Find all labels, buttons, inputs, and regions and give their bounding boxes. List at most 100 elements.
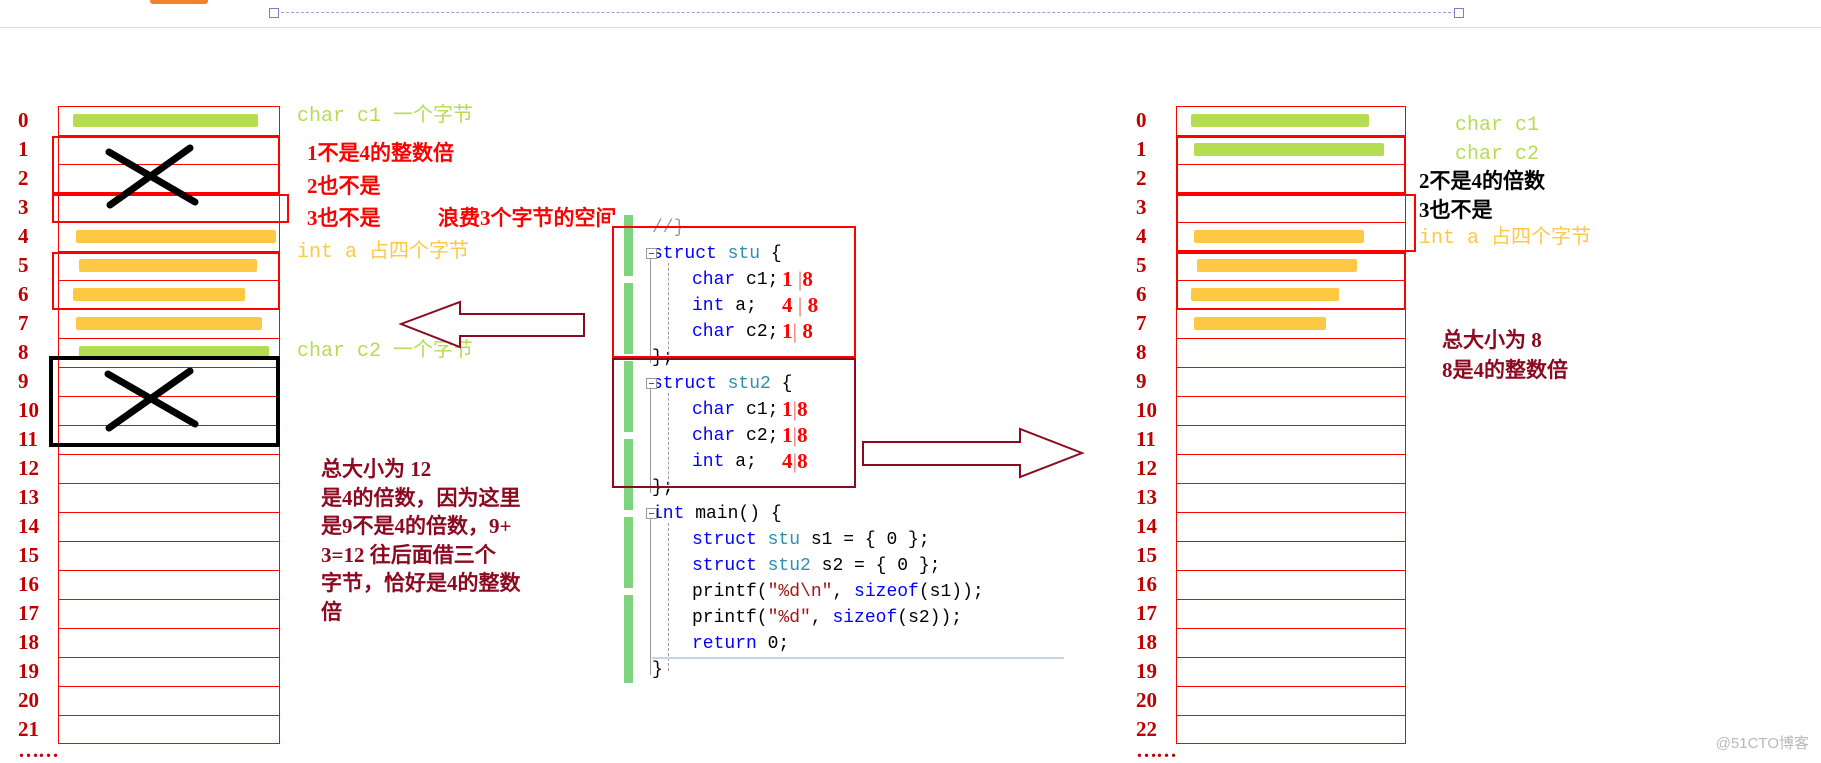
code-token: c1; [735, 270, 779, 290]
memory-cell [58, 338, 280, 367]
memory-cell [58, 483, 280, 512]
code-line[interactable]: printf("%d\n", sizeof(s1)); [610, 579, 1170, 605]
code-line[interactable]: int a; [610, 449, 1170, 475]
memory-cell [1176, 338, 1406, 367]
code-line[interactable]: char c1; [610, 397, 1170, 423]
code-line[interactable]: printf("%d", sizeof(s2)); [610, 605, 1170, 631]
editor-gutter-gap [624, 588, 633, 595]
memory-row: 20 [1136, 686, 1406, 715]
code-token: }; [652, 478, 674, 498]
memory-row-index: 13 [18, 485, 39, 509]
memory-row: 14 [1136, 512, 1406, 541]
memory-row-index: 4 [1136, 224, 1147, 248]
right-note-multiple-of-4: 8是4的整数倍 [1442, 358, 1568, 382]
memory-row: 12 [18, 454, 280, 483]
memory-highlight-yellow [1191, 288, 1339, 301]
watermark: @51CTO博客 [1715, 735, 1809, 752]
code-token: return [692, 634, 757, 654]
code-line[interactable]: }; [610, 345, 1170, 371]
memory-row-index: 20 [18, 688, 39, 712]
code-token: a; [724, 296, 757, 316]
left-note-not-mult-2: 2也不是 [307, 174, 381, 198]
code-token: c1; [735, 400, 779, 420]
code-fold-toggle-icon[interactable] [646, 248, 657, 259]
ruler-handle-left[interactable] [269, 8, 279, 18]
code-line[interactable]: }; [610, 475, 1170, 501]
memory-row: 1 [1136, 135, 1406, 164]
memory-cell [1176, 309, 1406, 338]
code-indent-guide [668, 263, 669, 359]
memory-row-index: 9 [18, 369, 29, 393]
code-token: struct [652, 374, 728, 394]
memory-row-index: 2 [1136, 166, 1147, 190]
memory-cell [1176, 193, 1406, 222]
code-note-stu2: 1|8 [782, 397, 808, 421]
memory-row: 12 [1136, 454, 1406, 483]
memory-row: 5 [18, 251, 280, 280]
editor-change-gutter [624, 215, 633, 683]
code-token: (s2)); [897, 608, 963, 628]
code-line[interactable]: return 0; [610, 631, 1170, 657]
memory-row-index: 11 [18, 427, 38, 451]
memory-row: 10 [1136, 396, 1406, 425]
memory-row-index: 9 [1136, 369, 1147, 393]
code-line[interactable]: struct stu2 s2 = { 0 }; [610, 553, 1170, 579]
code-token: } [652, 660, 663, 680]
code-token: c2; [735, 322, 779, 342]
code-line[interactable]: char c2; [610, 319, 1170, 345]
memory-cell [1176, 570, 1406, 599]
code-fold-toggle-icon[interactable] [646, 378, 657, 389]
memory-cell [58, 715, 280, 744]
memory-row: 6 [18, 280, 280, 309]
memory-cell [58, 512, 280, 541]
memory-row: 16 [1136, 570, 1406, 599]
memory-row: 11 [1136, 425, 1406, 454]
memory-row: 3 [1136, 193, 1406, 222]
code-fold-toggle-icon[interactable] [646, 508, 657, 519]
code-line[interactable]: } [610, 657, 1170, 683]
code-token: sizeof [832, 608, 898, 628]
memory-row: 13 [18, 483, 280, 512]
memory-row: 10 [18, 396, 280, 425]
code-token: stu [727, 244, 761, 264]
code-indent-guide [668, 523, 669, 671]
memory-row-index: 12 [1136, 456, 1157, 480]
right-note-char-c2: char c2 [1455, 143, 1540, 166]
code-editor[interactable]: //} struct stu {char c1; int a; char c2;}; s… [610, 215, 1170, 683]
left-note-summary: 总大小为 12 是4的倍数，因为这里 是9不是4的倍数，9+ 3=12 往后面借… [321, 457, 521, 624]
memory-cell [1176, 686, 1406, 715]
memory-row: 3 [18, 193, 280, 222]
orange-tab-indicator [150, 0, 208, 4]
left-note-char-c2: char c2 一个字节 [297, 340, 474, 363]
code-fold-bracket [650, 519, 651, 675]
code-line[interactable]: char c2; [610, 423, 1170, 449]
code-token: printf( [692, 582, 768, 602]
memory-ellipsis: …… [1136, 738, 1177, 762]
memory-cell [1176, 483, 1406, 512]
code-line[interactable]: struct stu s1 = { 0 }; [610, 527, 1170, 553]
code-line[interactable]: struct stu { [610, 241, 1170, 267]
memory-row: 4 [18, 222, 280, 251]
editor-current-line-underline [652, 657, 1064, 659]
code-line[interactable]: int main() { [610, 501, 1170, 527]
memory-row: 18 [18, 628, 280, 657]
code-token: 0; [756, 634, 790, 654]
memory-row: 0 [18, 106, 280, 135]
ruler-handle-right[interactable] [1454, 8, 1464, 18]
code-line[interactable]: char c1; [610, 267, 1170, 293]
left-note-int-a: int a 占四个字节 [297, 241, 470, 264]
code-indent-guide [668, 393, 669, 489]
memory-cell [58, 541, 280, 570]
memory-cell [1176, 541, 1406, 570]
code-token: }; [652, 348, 674, 368]
code-token: printf( [692, 608, 768, 628]
code-line[interactable]: struct stu2 { [610, 371, 1170, 397]
code-line[interactable]: int a; [610, 293, 1170, 319]
memory-highlight-yellow [1194, 230, 1364, 243]
memory-cell [58, 425, 280, 454]
memory-row: 2 [18, 164, 280, 193]
editor-gutter-gap [624, 354, 633, 361]
code-line[interactable]: //} [610, 215, 1170, 241]
code-token: c2; [735, 426, 779, 446]
memory-highlight-yellow [79, 259, 257, 272]
